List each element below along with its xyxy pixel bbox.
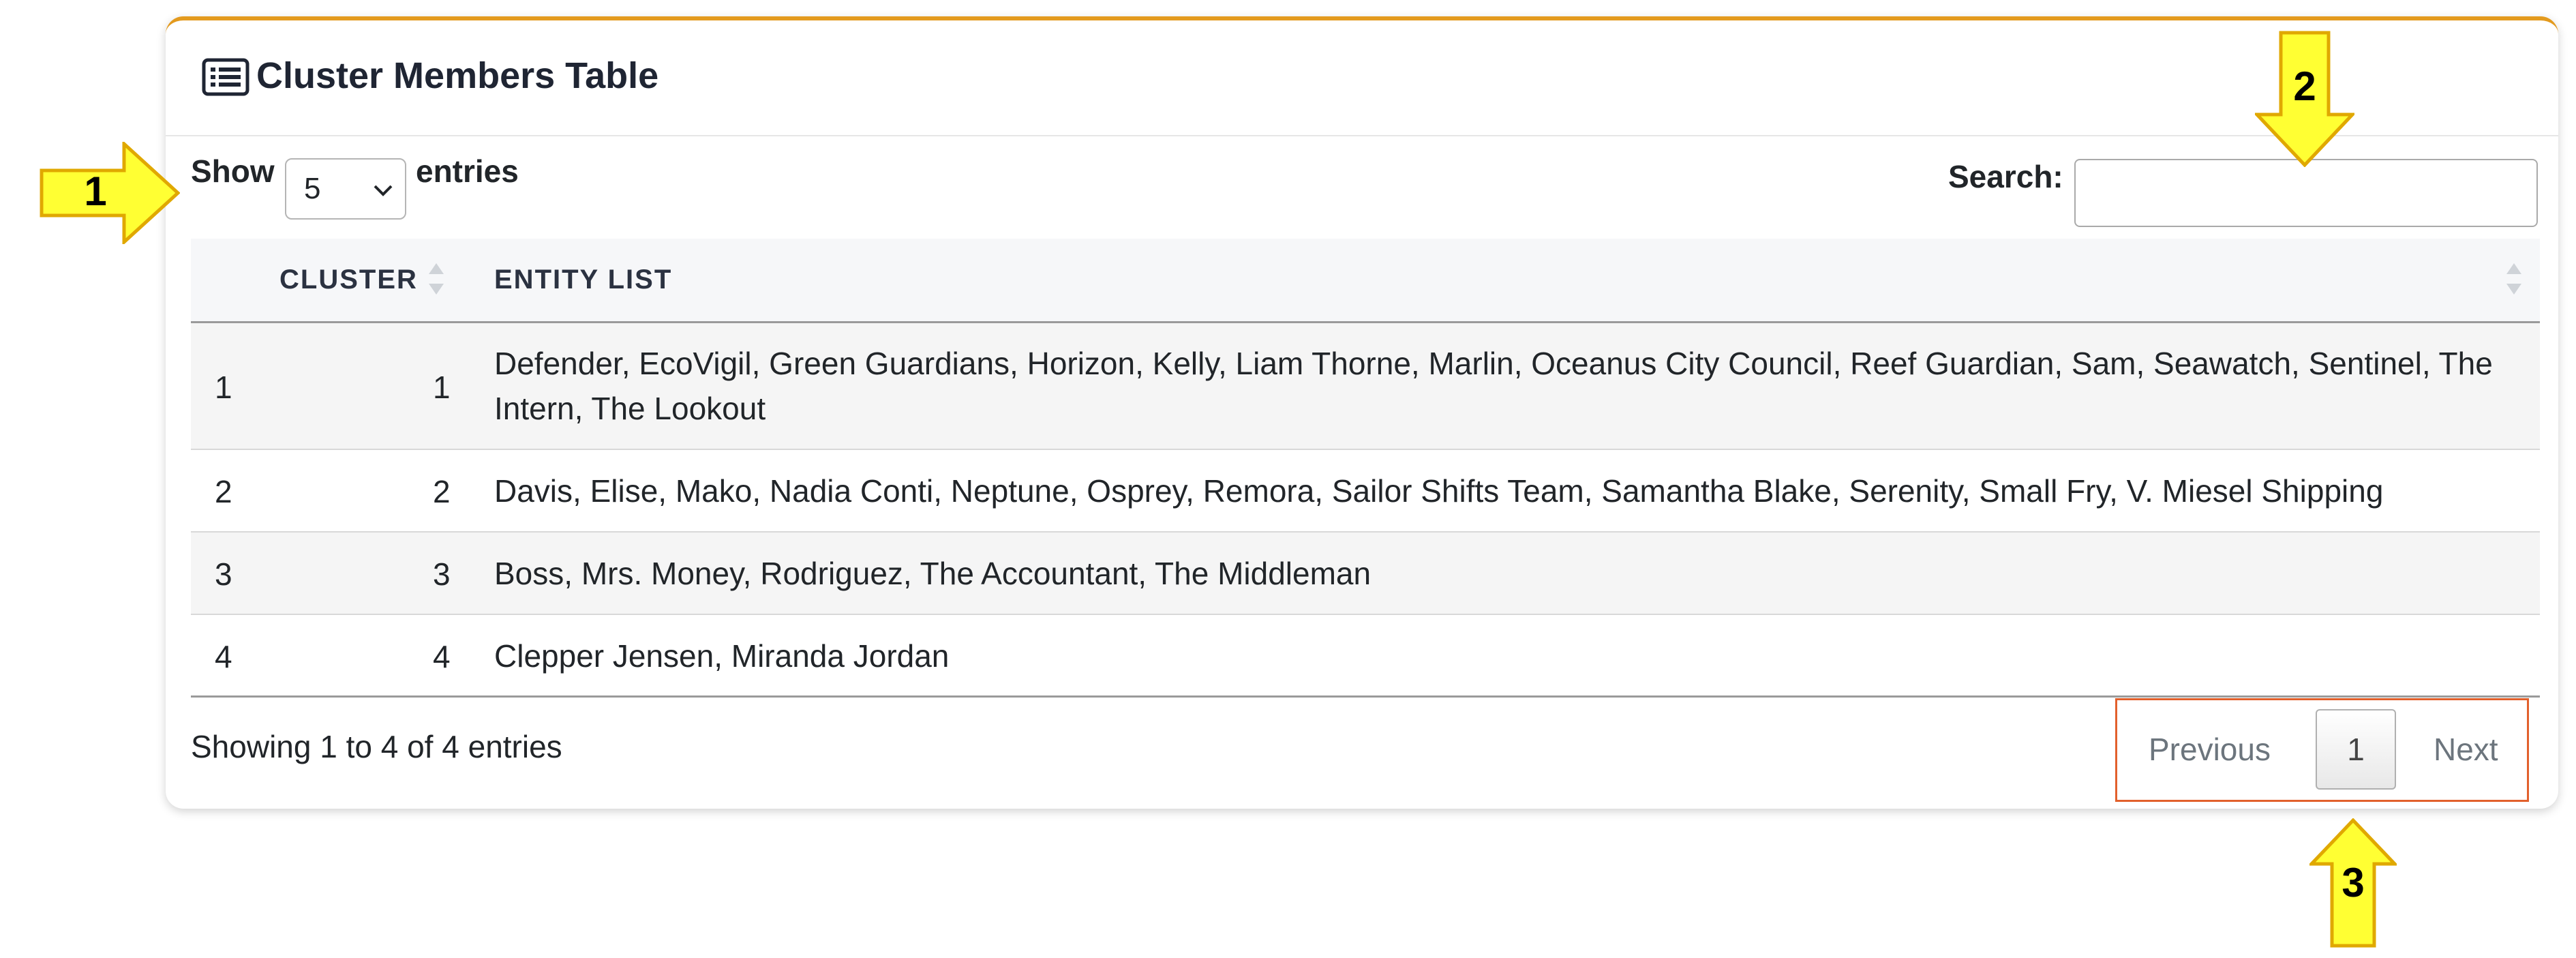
entity-list-cell: Davis, Elise, Mako, Nadia Conti, Neptune…: [494, 473, 2384, 509]
sort-icon[interactable]: [426, 260, 446, 297]
table-row: 3 3 Boss, Mrs. Money, Rodriguez, The Acc…: [191, 533, 2540, 615]
entity-list-cell: Defender, EcoVigil, Green Guardians, Hor…: [494, 346, 2493, 426]
list-icon: [202, 58, 249, 96]
row-index: 1: [215, 370, 232, 405]
cluster-cell: 1: [433, 370, 451, 405]
table-info: Showing 1 to 4 of 4 entries: [191, 729, 562, 764]
show-label: Show: [191, 153, 275, 189]
cluster-cell: 2: [433, 474, 451, 509]
card-title: Cluster Members Table: [256, 55, 659, 96]
entries-label: entries: [416, 153, 519, 189]
entries-per-page-value: 5: [304, 172, 321, 205]
column-header-entity-list[interactable]: ENTITY LIST: [494, 265, 672, 295]
annotation-label-3: 3: [2342, 860, 2365, 905]
table-row: 1 1 Defender, EcoVigil, Green Guardians,…: [191, 323, 2540, 450]
table-row: 4 4 Clepper Jensen, Miranda Jordan: [191, 615, 2540, 698]
entity-list-cell: Boss, Mrs. Money, Rodriguez, The Account…: [494, 556, 1372, 591]
chevron-down-icon: [374, 185, 393, 196]
search-input[interactable]: [2074, 159, 2538, 227]
page-1-button[interactable]: 1: [2316, 709, 2396, 790]
row-index: 2: [215, 474, 232, 509]
row-index: 4: [215, 639, 232, 674]
entries-per-page-select[interactable]: 5: [285, 158, 406, 220]
annotation-label-1: 1: [84, 168, 107, 214]
cluster-members-table: CLUSTER ENTITY LIST 1 1 Defender, EcoVig…: [191, 239, 2540, 698]
table-header: CLUSTER ENTITY LIST: [191, 239, 2540, 323]
next-page-button[interactable]: Next: [2434, 731, 2498, 768]
annotation-label-2: 2: [2293, 63, 2316, 109]
cluster-cell: 3: [433, 556, 451, 592]
previous-page-button[interactable]: Previous: [2149, 731, 2271, 768]
sort-icon[interactable]: [2504, 260, 2524, 297]
row-index: 3: [215, 556, 232, 592]
cluster-cell: 4: [433, 639, 451, 674]
table-row: 2 2 Davis, Elise, Mako, Nadia Conti, Nep…: [191, 450, 2540, 533]
search-label: Search:: [1948, 159, 2063, 194]
column-header-cluster[interactable]: CLUSTER: [279, 265, 418, 295]
entity-list-cell: Clepper Jensen, Miranda Jordan: [494, 638, 950, 674]
card-header: Cluster Members Table: [166, 20, 2558, 136]
